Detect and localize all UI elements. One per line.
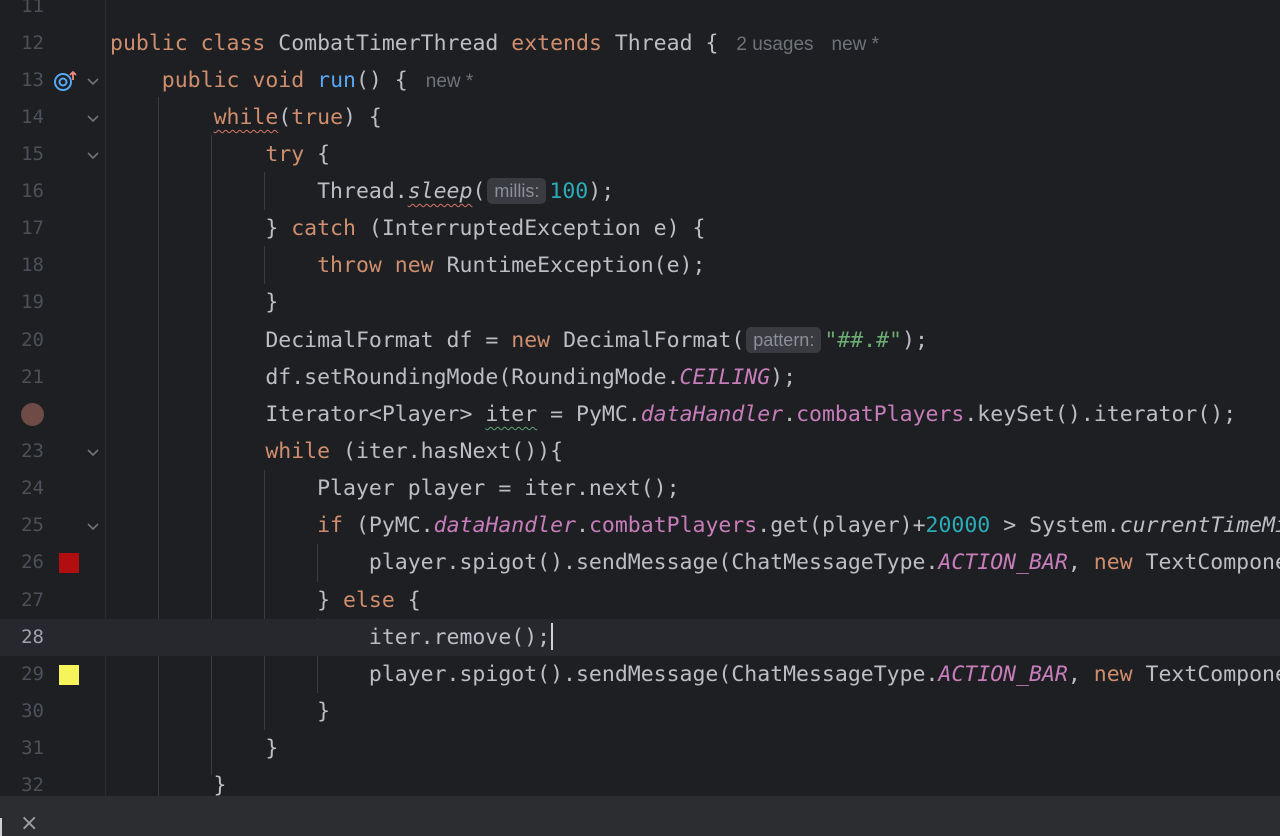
fold-chevron-icon[interactable] xyxy=(86,148,100,162)
code-text: df.setRoundingMode(RoundingMode.CEILING)… xyxy=(110,365,797,390)
code-text: while (iter.hasNext()){ xyxy=(265,439,564,464)
code-line[interactable]: 25 if (PyMC.dataHandler.combatPlayers.ge… xyxy=(0,507,1280,544)
code-line[interactable]: 27 } else { xyxy=(0,582,1280,619)
code-text: public class CombatTimerThread extends T… xyxy=(110,31,880,56)
line-number: 17 xyxy=(21,217,44,239)
code-text: iter.remove(); xyxy=(110,619,554,656)
text-caret xyxy=(551,623,554,650)
code-line[interactable]: 29 player.spigot().sendMessage(ChatMessa… xyxy=(0,656,1280,693)
code-line[interactable]: Iterator<Player> iter = PyMC.dataHandler… xyxy=(0,396,1280,433)
line-number: 20 xyxy=(21,329,44,351)
code-line[interactable]: 17 } catch (InterruptedException e) { xyxy=(0,210,1280,247)
code-line[interactable]: 13 public void run() {new * xyxy=(0,62,1280,99)
line-number: 29 xyxy=(21,663,44,685)
line-number: 18 xyxy=(21,254,44,276)
code-text: } xyxy=(110,290,279,315)
override-run-icon[interactable] xyxy=(53,69,79,93)
code-text: } xyxy=(110,699,331,724)
fold-chevron-icon[interactable] xyxy=(86,74,100,88)
line-number: 23 xyxy=(21,440,44,462)
breakpoint-yellow-icon[interactable] xyxy=(59,665,79,685)
fold-chevron-icon[interactable] xyxy=(86,111,100,125)
parameter-hint: millis: xyxy=(487,178,547,204)
line-number: 16 xyxy=(21,180,44,202)
code-text: player.spigot().sendMessage(ChatMessageT… xyxy=(110,550,1280,575)
code-line[interactable]: 19 } xyxy=(0,284,1280,321)
tab-edge xyxy=(0,818,2,836)
code-line[interactable]: 15 try { xyxy=(0,136,1280,173)
fold-chevron-icon[interactable] xyxy=(86,445,100,459)
code-text: } xyxy=(110,773,227,796)
line-number: 31 xyxy=(21,737,44,759)
code-line[interactable]: 32 } xyxy=(0,767,1280,796)
code-line[interactable]: 11 xyxy=(0,0,1280,25)
code-editor[interactable]: 11 12 public class CombatTimerThread ext… xyxy=(0,0,1280,796)
code-line[interactable]: 14 while(true) { xyxy=(0,99,1280,136)
fold-chevron-icon[interactable] xyxy=(86,519,100,533)
line-number: 24 xyxy=(21,477,44,499)
code-text: Player player = iter.next(); xyxy=(110,476,680,501)
line-number: 15 xyxy=(21,143,44,165)
code-line[interactable]: 21 df.setRoundingMode(RoundingMode.CEILI… xyxy=(0,359,1280,396)
code-line[interactable]: 26 player.spigot().sendMessage(ChatMessa… xyxy=(0,544,1280,581)
line-number: 21 xyxy=(21,366,44,388)
code-line[interactable]: 31 } xyxy=(0,730,1280,767)
code-text: public void run() {new * xyxy=(161,68,474,93)
code-text: if (PyMC.dataHandler.combatPlayers.get(p… xyxy=(317,513,1280,538)
code-line[interactable]: 24 Player player = iter.next(); xyxy=(0,470,1280,507)
line-number: 19 xyxy=(21,291,44,313)
author-hint[interactable]: new * xyxy=(426,71,474,92)
line-number: 13 xyxy=(21,69,44,91)
code-text: Thread.sleep(millis: 100); xyxy=(110,178,615,204)
code-line[interactable]: 20 DecimalFormat df = new DecimalFormat(… xyxy=(0,322,1280,359)
code-line[interactable]: 18 throw new RuntimeException(e); xyxy=(0,247,1280,284)
line-number: 27 xyxy=(21,589,44,611)
close-icon[interactable]: × xyxy=(20,812,38,836)
line-number: 28 xyxy=(21,626,44,648)
line-number: 30 xyxy=(21,700,44,722)
usages-hint[interactable]: 2 usages xyxy=(736,34,813,55)
line-number: 14 xyxy=(21,106,44,128)
code-text: while(true) { xyxy=(213,105,382,130)
code-text: throw new RuntimeException(e); xyxy=(317,253,706,278)
code-text: player.spigot().sendMessage(ChatMessageT… xyxy=(110,662,1280,687)
code-text: DecimalFormat df = new DecimalFormat(pat… xyxy=(110,327,928,353)
breakpoint-red-icon[interactable] xyxy=(59,553,79,573)
line-number: 32 xyxy=(21,774,44,796)
code-line[interactable]: 12 public class CombatTimerThread extend… xyxy=(0,25,1280,62)
line-number: 26 xyxy=(21,551,44,573)
bottom-panel-bar: × xyxy=(0,796,1280,836)
code-text: } xyxy=(110,736,279,761)
line-number: 11 xyxy=(21,0,44,17)
code-line[interactable]: 30 } xyxy=(0,693,1280,730)
line-number: 12 xyxy=(21,32,44,54)
breakpoint-disabled-icon[interactable] xyxy=(21,403,44,426)
code-text: } catch (InterruptedException e) { xyxy=(110,216,706,241)
author-hint[interactable]: new * xyxy=(832,34,880,55)
code-line[interactable]: 23 while (iter.hasNext()){ xyxy=(0,433,1280,470)
code-text: Iterator<Player> iter = PyMC.dataHandler… xyxy=(110,402,1237,427)
code-line-current[interactable]: 28 iter.remove(); xyxy=(0,619,1280,656)
parameter-hint: pattern: xyxy=(746,327,822,353)
code-line[interactable]: 16 Thread.sleep(millis: 100); xyxy=(0,173,1280,210)
line-number: 25 xyxy=(21,514,44,536)
code-text: } else { xyxy=(110,588,421,613)
code-text: try { xyxy=(265,142,331,167)
